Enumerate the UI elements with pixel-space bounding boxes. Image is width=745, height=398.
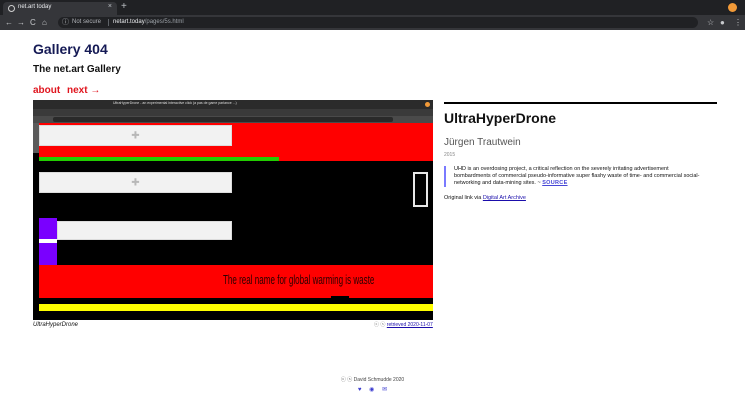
site-title[interactable]: Gallery 404 [33, 41, 108, 57]
artwork-browser-tabs [33, 109, 433, 116]
artwork-browser-titlebar: UltraHyperDrone - an experimental intera… [33, 100, 433, 109]
about-link[interactable]: about [33, 85, 60, 96]
digital-art-archive-link[interactable]: Digital Art Archive [483, 195, 526, 201]
work-year: 2015 [444, 152, 456, 158]
artwork-window-dot-icon [425, 102, 430, 107]
source-link[interactable]: SOURCE [542, 180, 567, 186]
artwork-ad-box-3 [57, 221, 232, 240]
reload-button[interactable]: C [30, 17, 36, 28]
new-tab-button[interactable]: + [121, 1, 127, 13]
footer-social-links: ♥ ◉ ✉ [0, 386, 745, 393]
artwork-screenshot[interactable]: UltraHyperDrone - an experimental intera… [33, 100, 433, 320]
menu-icon[interactable]: ⋮ [734, 17, 742, 28]
artwork-address-box [53, 117, 393, 122]
url-text[interactable]: netart.today/pages/5s.html [113, 18, 184, 27]
creative-commons-icon: ⓒ ⓢ [374, 322, 386, 328]
retrieved-info: ⓒ ⓢ retrieved 2020-11-07 [374, 321, 433, 328]
work-description: UHD is an overdosing project, a critical… [444, 166, 704, 187]
url-domain: netart.today [113, 19, 145, 25]
work-title: UltraHyperDrone [444, 110, 557, 126]
tab-title: net.art today [18, 4, 52, 10]
artwork-ad-box-2: ✚ [39, 172, 232, 193]
address-bar[interactable]: ⓘ Not secure netart.today/pages/5s.html [58, 17, 698, 28]
artwork-caption: UltraHyperDrone [33, 322, 79, 328]
home-button[interactable]: ⌂ [42, 17, 47, 28]
browser-tab[interactable]: net.art today × [3, 2, 117, 15]
email-icon[interactable]: ✉ [382, 387, 387, 393]
forward-button[interactable]: → [17, 17, 25, 28]
bookmark-star-icon[interactable]: ☆ [707, 17, 714, 28]
info-icon[interactable]: ⓘ [62, 18, 69, 27]
puzzle-icon: ✚ [131, 177, 140, 188]
artwork-green-bar [39, 157, 279, 161]
artwork-yellow-bar [39, 304, 433, 311]
site-subtitle: The net.art Gallery [33, 64, 121, 75]
browser-tab-bar: net.art today × + [0, 0, 745, 15]
original-link-prefix: Original link via [444, 195, 483, 201]
mastodon-icon[interactable]: ◉ [369, 387, 374, 393]
artwork-outline-box [413, 172, 428, 207]
site-nav: about next → [33, 85, 104, 96]
browser-toolbar: ← → C ⌂ ⓘ Not secure netart.today/pages/… [0, 15, 745, 30]
puzzle-icon: ✚ [131, 130, 140, 141]
info-divider [444, 102, 717, 104]
twitter-icon[interactable]: ♥ [358, 387, 362, 393]
account-icon[interactable]: ● [720, 17, 725, 28]
tab-favicon-icon [8, 5, 15, 12]
extension-icon[interactable] [728, 3, 737, 12]
next-link[interactable]: next → [67, 85, 100, 96]
description-text: UHD is an overdosing project, a critical… [454, 166, 700, 186]
footer-copyright: ⓒ ⓢ David Schmudde 2020 [340, 377, 405, 383]
artwork-purple-notch [39, 239, 57, 243]
tab-close-icon[interactable]: × [108, 3, 112, 10]
artist-name: Jürgen Trautwein [444, 137, 521, 148]
artwork-ad-box-1: ✚ [39, 125, 232, 146]
artwork-black-notch [331, 296, 349, 304]
artwork-overlay-text: The real name for global warming is wast… [223, 272, 375, 287]
back-button[interactable]: ← [5, 17, 13, 28]
artwork-browser-address [33, 116, 433, 123]
address-separator [108, 19, 109, 26]
original-link-line: Original link via Digital Art Archive [444, 195, 526, 201]
artwork-window-title: UltraHyperDrone - an experimental intera… [113, 101, 237, 105]
url-path: /pages/5s.html [144, 19, 184, 25]
retrieved-link[interactable]: retrieved 2020-11-07 [387, 322, 433, 328]
security-label: Not secure [72, 19, 102, 25]
